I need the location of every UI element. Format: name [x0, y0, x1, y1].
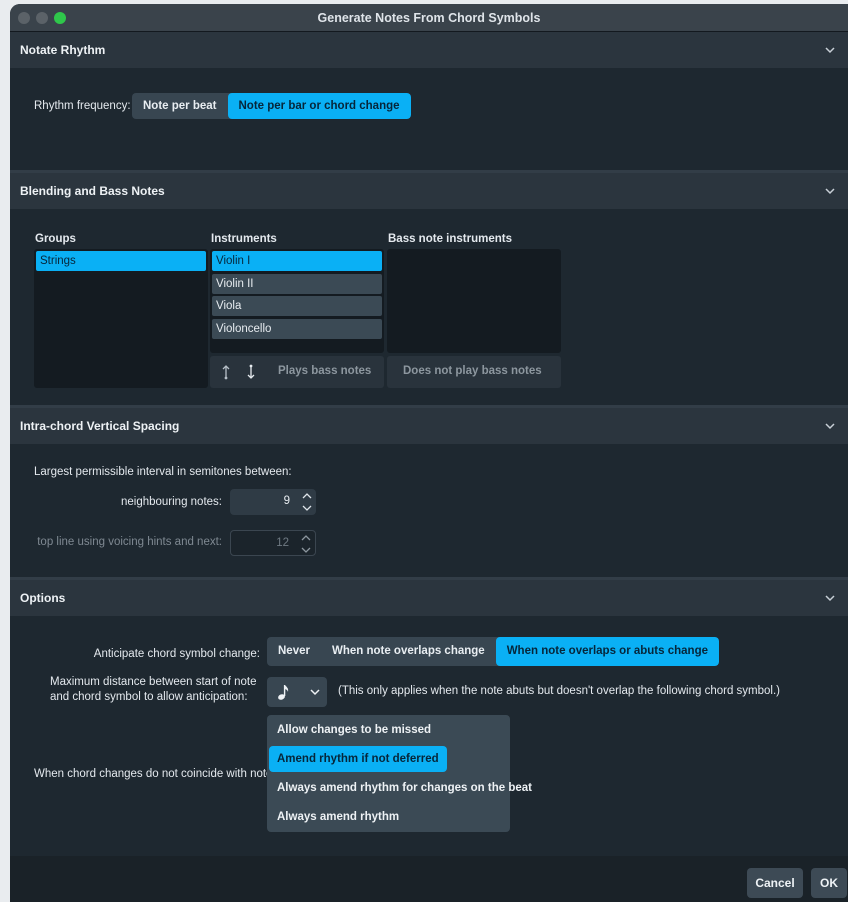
top-line-stepper[interactable]: 12 [230, 530, 316, 556]
ok-button[interactable]: OK [811, 868, 847, 898]
option-when-overlaps-or-abuts[interactable]: When note overlaps or abuts change [495, 637, 719, 666]
option-amend-on-beat[interactable]: Always amend rhythm for changes on the b… [269, 775, 540, 801]
groups-list[interactable]: Strings [34, 249, 208, 388]
dialog-window: Generate Notes From Chord Symbols Notate… [10, 4, 848, 902]
instruments-list[interactable]: Violin I Violin II Viola Violoncello [210, 249, 384, 353]
section-body-blending: Groups Instruments Bass note instruments… [10, 209, 848, 405]
arrow-down-icon[interactable] [246, 364, 256, 380]
chevron-down-icon[interactable] [824, 44, 836, 56]
anticipate-label: Anticipate chord symbol change: [93, 648, 260, 660]
section-header-spacing[interactable]: Intra-chord Vertical Spacing [10, 408, 848, 444]
max-distance-dropdown[interactable] [267, 677, 327, 707]
spacing-intro-label: Largest permissible interval in semitone… [34, 466, 292, 478]
list-item-instrument[interactable]: Violin I [212, 251, 382, 271]
section-header-blending[interactable]: Blending and Bass Notes [10, 173, 848, 209]
option-when-overlaps[interactable]: When note overlaps change [321, 637, 496, 666]
stepper-value: 9 [283, 495, 290, 507]
chevron-down-icon [310, 689, 320, 696]
section-title: Intra-chord Vertical Spacing [20, 419, 180, 433]
window-title: Generate Notes From Chord Symbols [317, 11, 541, 25]
option-allow-missed[interactable]: Allow changes to be missed [269, 717, 439, 743]
option-always-amend[interactable]: Always amend rhythm [269, 804, 407, 830]
section-title: Notate Rhythm [20, 43, 106, 57]
option-note-per-bar[interactable]: Note per bar or chord change [227, 93, 411, 119]
eighth-note-icon [278, 685, 289, 700]
rhythm-frequency-selector: Note per beat Note per bar or chord chan… [132, 93, 411, 119]
plays-bass-notes-box: Plays bass notes [210, 356, 384, 388]
title-bar: Generate Notes From Chord Symbols [10, 4, 848, 32]
bass-instruments-heading: Bass note instruments [388, 233, 512, 245]
anticipate-selector: Never When note overlaps change When not… [267, 637, 719, 666]
section-title: Blending and Bass Notes [20, 184, 165, 198]
list-item-instrument[interactable]: Violoncello [212, 319, 382, 339]
neighbouring-notes-stepper[interactable]: 9 [230, 489, 316, 515]
list-item-instrument[interactable]: Viola [212, 296, 382, 316]
max-distance-label-line2: and chord symbol to allow anticipation: [50, 691, 248, 703]
list-item-instrument[interactable]: Violin II [212, 274, 382, 294]
option-amend-if-not-deferred[interactable]: Amend rhythm if not deferred [269, 746, 447, 772]
does-not-play-bass-label: Does not play bass notes [403, 365, 542, 377]
chevron-down-icon[interactable] [824, 592, 836, 604]
coincide-options-list: Allow changes to be missed Amend rhythm … [267, 715, 532, 832]
section-body-spacing: Largest permissible interval in semitone… [10, 444, 848, 577]
arrow-up-icon[interactable] [221, 364, 231, 380]
chevron-down-icon[interactable] [824, 420, 836, 432]
does-not-play-bass-box: Does not play bass notes [387, 356, 561, 388]
chevron-down-icon[interactable] [824, 185, 836, 197]
groups-heading: Groups [35, 233, 76, 245]
rhythm-frequency-label: Rhythm frequency: [34, 100, 131, 112]
stepper-arrows-icon[interactable] [299, 532, 313, 556]
list-item-group[interactable]: Strings [36, 251, 206, 271]
bass-instruments-list[interactable] [387, 249, 561, 353]
section-header-options[interactable]: Options [10, 580, 848, 616]
section-body-options: Anticipate chord symbol change: Never Wh… [10, 616, 848, 856]
option-never[interactable]: Never [267, 637, 321, 666]
section-header-notate-rhythm[interactable]: Notate Rhythm [10, 32, 848, 68]
instruments-heading: Instruments [211, 233, 277, 245]
coincide-label: When chord changes do not coincide with … [34, 768, 282, 780]
stepper-arrows-icon[interactable] [300, 490, 314, 514]
section-title: Options [20, 591, 66, 605]
section-body-notate-rhythm: Rhythm frequency: Note per beat Note per… [10, 68, 848, 170]
max-distance-note: (This only applies when the note abuts b… [338, 685, 781, 697]
neighbouring-notes-label: neighbouring notes: [120, 496, 222, 508]
plays-bass-notes-label: Plays bass notes [278, 365, 372, 377]
stepper-value: 12 [276, 537, 289, 549]
option-note-per-beat[interactable]: Note per beat [132, 93, 228, 119]
max-distance-label-line1: Maximum distance between start of note [50, 676, 257, 688]
dialog-button-bar: Cancel OK [10, 856, 848, 902]
top-line-label: top line using voicing hints and next: [37, 536, 222, 548]
cancel-button[interactable]: Cancel [747, 868, 803, 898]
